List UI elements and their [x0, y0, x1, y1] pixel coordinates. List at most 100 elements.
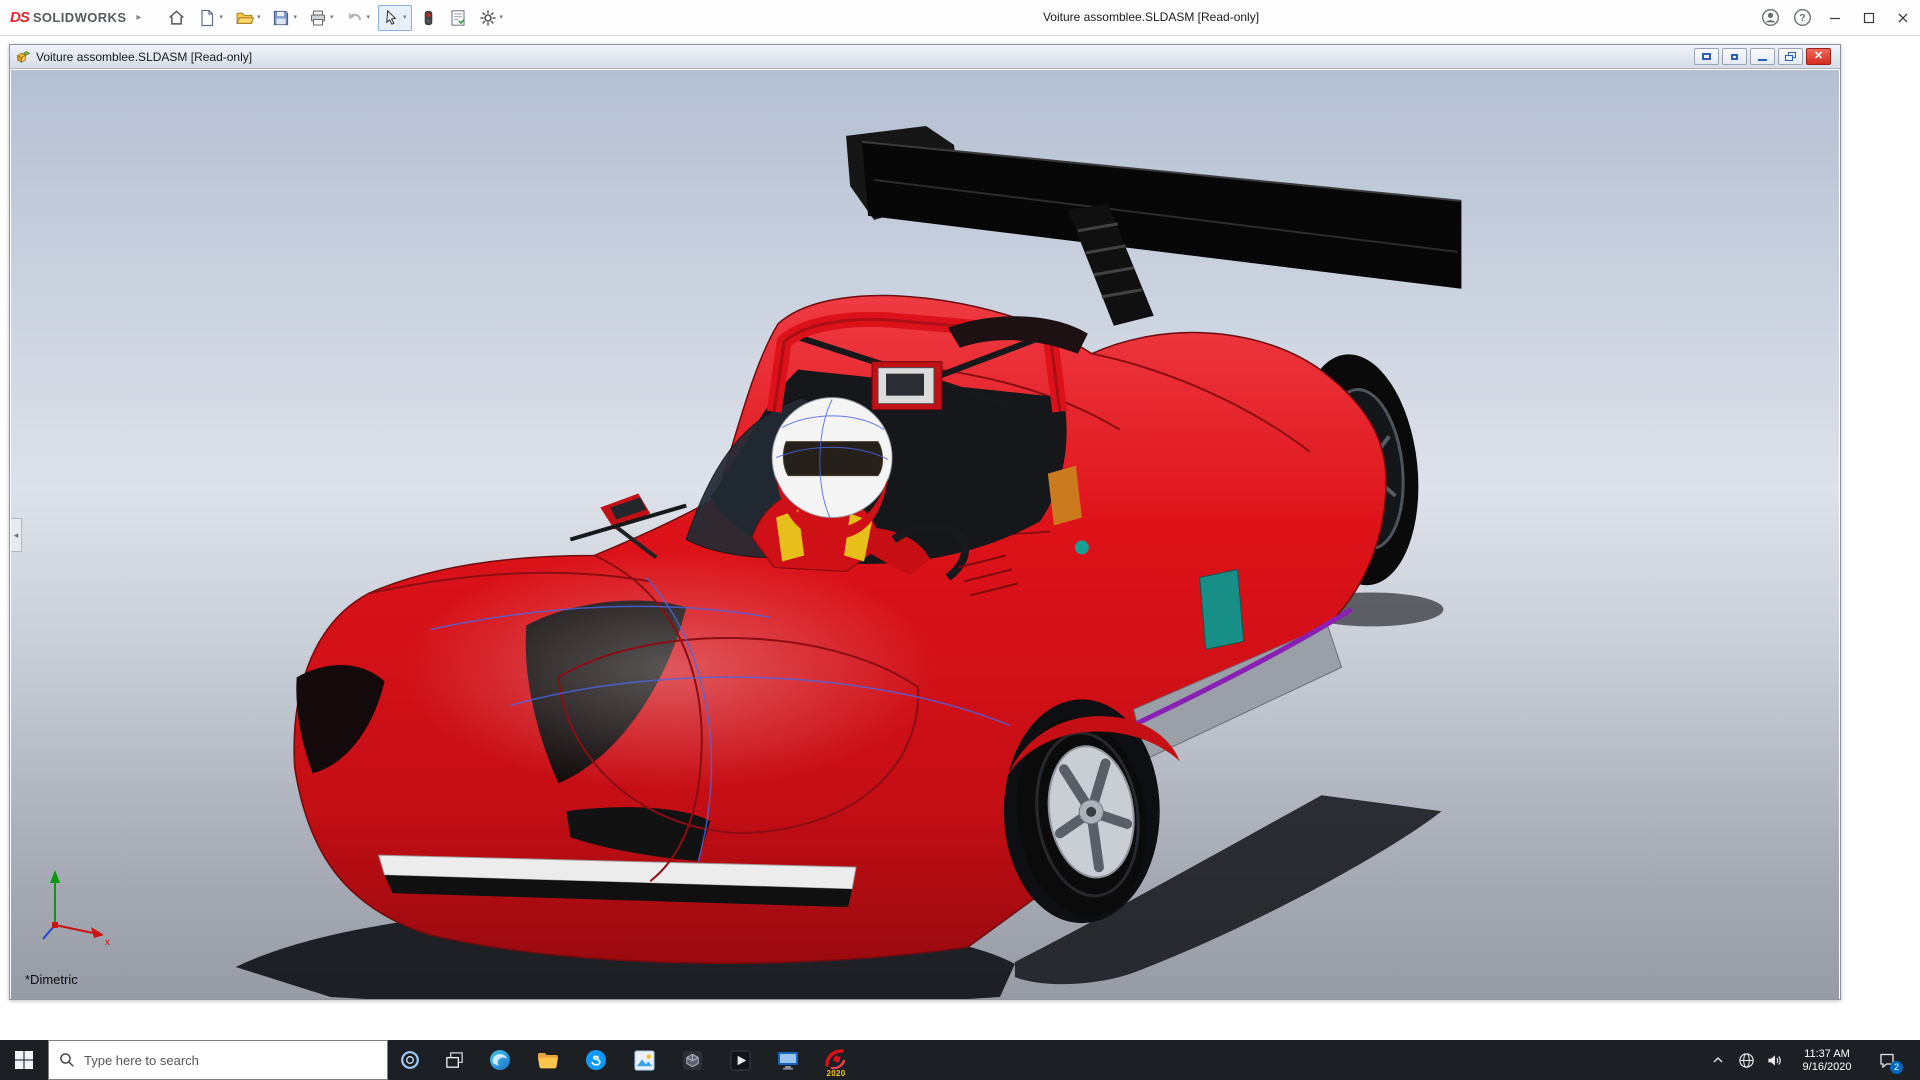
viewport-split-button[interactable]: [1694, 48, 1719, 65]
document-window: Voiture assomblee.SLDASM [Read-only] ✕: [9, 44, 1841, 1000]
cube-app-button[interactable]: [668, 1040, 716, 1080]
home-button[interactable]: [163, 5, 190, 31]
select-caret-icon: ▾: [403, 14, 407, 21]
menu-expand-arrow-icon[interactable]: ▸: [136, 12, 141, 23]
account-icon: [1761, 8, 1780, 27]
titlebar-right-controls: ?: [1754, 0, 1920, 36]
save-caret-icon: ▾: [293, 14, 297, 21]
task-view-button[interactable]: [432, 1040, 476, 1080]
save-icon: [272, 9, 290, 27]
new-document-caret-icon: ▾: [219, 14, 223, 21]
select-arrow-icon: [383, 9, 400, 26]
network-icon: [1738, 1052, 1755, 1069]
tray-chevron-icon: [1712, 1054, 1724, 1066]
network-button[interactable]: [1733, 1040, 1759, 1080]
minimize-icon: [1828, 11, 1842, 25]
system-tray: 11:37 AM 9/16/2020 2: [1705, 1040, 1920, 1080]
rebuild-button[interactable]: [416, 5, 441, 31]
panel-collapse-tab[interactable]: ◂: [11, 518, 22, 552]
assembly-document-icon: [15, 49, 31, 65]
new-document-icon: [198, 9, 216, 27]
race-car-model[interactable]: [11, 70, 1839, 999]
open-button[interactable]: ▾: [231, 5, 265, 31]
taskbar-clock[interactable]: 11:37 AM 9/16/2020: [1789, 1047, 1865, 1074]
search-input[interactable]: [84, 1053, 377, 1068]
options-button[interactable]: ▾: [475, 5, 508, 31]
edge-icon: [488, 1048, 512, 1072]
open-icon: [235, 8, 254, 27]
doc-close-button[interactable]: ✕: [1806, 48, 1831, 65]
print-button[interactable]: ▾: [305, 5, 338, 31]
photos-button[interactable]: [620, 1040, 668, 1080]
file-properties-icon: [449, 9, 467, 27]
rear-wing: [846, 126, 1461, 326]
maximize-button[interactable]: [1852, 0, 1886, 36]
view-orientation-label: *Dimetric: [25, 972, 78, 987]
document-window-buttons: ✕: [1694, 48, 1835, 65]
undo-icon: [346, 9, 364, 27]
minimize-button[interactable]: [1818, 0, 1852, 36]
rebuild-icon: [420, 9, 437, 27]
display-app-icon: [776, 1049, 800, 1071]
triad-x-arrow: [91, 927, 104, 938]
solidworks-button[interactable]: 2020: [812, 1040, 860, 1080]
doc-minimize-icon: [1758, 59, 1767, 61]
undo-button[interactable]: ▾: [342, 5, 375, 31]
start-button[interactable]: [0, 1040, 48, 1080]
taskbar: 2020 11:37 AM 9/16/2020: [0, 1040, 1920, 1080]
hoop-mirror-box: [872, 362, 942, 410]
cortana-button[interactable]: [388, 1040, 432, 1080]
ds-logo-monogram: DS: [10, 9, 29, 26]
tray-expand-button[interactable]: [1705, 1040, 1731, 1080]
document-titlebar[interactable]: Voiture assomblee.SLDASM [Read-only] ✕: [10, 45, 1840, 69]
undo-caret-icon: ▾: [367, 14, 371, 21]
save-button[interactable]: ▾: [268, 5, 301, 31]
viewport-single-icon: [1731, 54, 1738, 60]
screen: DS SOLIDWORKS ▸ ▾ ▾ ▾ ▾: [0, 0, 1920, 1080]
svg-text:?: ?: [1799, 12, 1805, 24]
media-app-button[interactable]: [716, 1040, 764, 1080]
app-titlebar[interactable]: DS SOLIDWORKS ▸ ▾ ▾ ▾ ▾: [0, 0, 1920, 36]
photos-icon: [633, 1049, 656, 1072]
quick-access-toolbar: ▾ ▾ ▾ ▾ ▾ ▾: [163, 5, 507, 31]
file-explorer-button[interactable]: [524, 1040, 572, 1080]
print-icon: [309, 9, 327, 27]
doc-close-icon: ✕: [1814, 51, 1823, 62]
volume-icon: [1766, 1052, 1783, 1069]
notification-badge: 2: [1890, 1061, 1903, 1074]
help-button[interactable]: ?: [1786, 0, 1818, 36]
print-caret-icon: ▾: [330, 14, 334, 21]
clock-date: 9/16/2020: [1789, 1061, 1865, 1074]
document-title: Voiture assomblee.SLDASM [Read-only]: [36, 50, 252, 64]
reference-triad[interactable]: x: [37, 863, 115, 947]
new-document-button[interactable]: ▾: [194, 5, 227, 31]
doc-restore-button[interactable]: [1778, 48, 1803, 65]
app-window-title: Voiture assomblee.SLDASM [Read-only]: [996, 10, 1306, 24]
doc-minimize-button[interactable]: [1750, 48, 1775, 65]
volume-button[interactable]: [1761, 1040, 1787, 1080]
file-properties-button[interactable]: [445, 5, 471, 31]
task-view-icon: [444, 1050, 465, 1071]
start-icon: [15, 1051, 33, 1069]
helmet-visor: [783, 442, 882, 476]
select-tool-button[interactable]: ▾: [378, 5, 412, 31]
taskbar-search[interactable]: [48, 1040, 388, 1080]
open-caret-icon: ▾: [257, 14, 261, 21]
action-center-button[interactable]: 2: [1867, 1040, 1907, 1080]
display-app-button[interactable]: [764, 1040, 812, 1080]
viewport-split-icon: [1702, 53, 1711, 60]
media-app-icon: [729, 1049, 752, 1072]
edge-button[interactable]: [476, 1040, 524, 1080]
account-button[interactable]: [1754, 0, 1786, 36]
clock-time: 11:37 AM: [1789, 1048, 1865, 1061]
skype-button[interactable]: [572, 1040, 620, 1080]
solidworks-year-badge: 2020: [812, 1069, 860, 1078]
triad-y-arrow: [50, 870, 60, 883]
doc-restore-icon: [1785, 52, 1796, 61]
close-button[interactable]: [1886, 0, 1920, 36]
help-icon: ?: [1793, 8, 1812, 27]
viewport-single-button[interactable]: [1722, 48, 1747, 65]
graphics-viewport[interactable]: x *Dimetric ◂: [11, 70, 1839, 999]
home-icon: [167, 8, 186, 27]
triad-x-label: x: [105, 937, 110, 947]
